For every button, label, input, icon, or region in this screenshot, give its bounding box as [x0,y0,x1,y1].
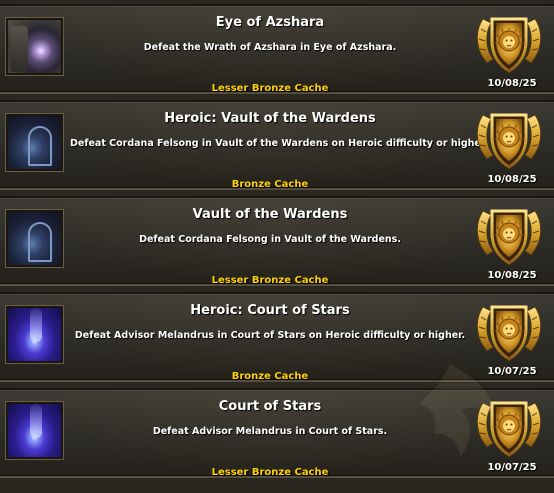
achievement-reward: Lesser Bronze Cache [211,467,329,478]
achievement-date: 10/08/25 [487,78,537,89]
achievement-row-eye-of-azshara[interactable]: Eye of Azshara Defeat the Wrath of Azsha… [0,4,554,94]
court-of-stars-icon [6,402,63,459]
gold-lion-shield-icon [473,299,545,363]
achievement-description: Defeat Advisor Melandrus in Court of Sta… [152,426,388,437]
achievement-title: Heroic: Court of Stars [190,303,350,318]
achievement-description: Defeat Cordana Felsong in Vault of the W… [139,234,401,245]
achievement-date: 10/07/25 [487,366,537,377]
achievement-reward: Bronze Cache [231,371,309,382]
achievement-title: Heroic: Vault of the Wardens [164,111,376,126]
achievement-row-heroic-vault-of-the-wardens[interactable]: Heroic: Vault of the Wardens Defeat Cord… [0,100,554,190]
achievement-row-vault-of-the-wardens[interactable]: Vault of the Wardens Defeat Cordana Fels… [0,196,554,286]
achievement-list: Eye of Azshara Defeat the Wrath of Azsha… [0,0,554,493]
achievement-description: Defeat the Wrath of Azshara in Eye of Az… [143,42,397,53]
achievement-reward: Lesser Bronze Cache [211,275,329,286]
vault-of-the-wardens-icon [6,210,63,267]
achievement-description: Defeat Cordana Felsong in Vault of the W… [70,138,488,149]
achievement-row-court-of-stars[interactable]: Court of Stars Defeat Advisor Melandrus … [0,388,554,478]
gold-lion-shield-icon [473,11,545,75]
achievement-title: Eye of Azshara [215,15,325,30]
vault-of-the-wardens-icon [6,114,63,171]
achievement-reward: Lesser Bronze Cache [211,83,329,94]
achievement-date: 10/08/25 [487,174,537,185]
court-of-stars-icon [6,306,63,363]
eye-of-azshara-icon [6,18,63,75]
achievement-date: 10/08/25 [487,270,537,281]
gold-lion-shield-icon [473,203,545,267]
achievement-row-heroic-court-of-stars[interactable]: Heroic: Court of Stars Defeat Advisor Me… [0,292,554,382]
gold-lion-shield-icon [473,395,545,459]
achievement-title: Vault of the Wardens [192,207,348,222]
achievement-reward: Bronze Cache [231,179,309,190]
achievement-description: Defeat Advisor Melandrus in Court of Sta… [74,330,466,341]
achievement-title: Court of Stars [218,399,322,414]
gold-lion-shield-icon [473,107,545,171]
achievement-date: 10/07/25 [487,462,537,473]
